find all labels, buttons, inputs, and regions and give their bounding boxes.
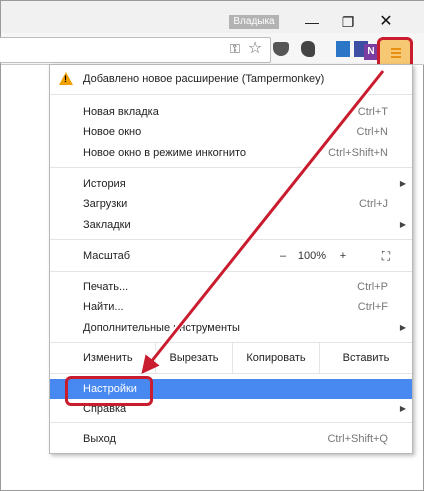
submenu-arrow-icon: ▶ <box>399 404 406 413</box>
menu-item-zoom: Масштаб – 100% + ⛶ <box>50 246 412 266</box>
submenu-arrow-icon: ▶ <box>399 220 406 229</box>
menu-item-extension-notice[interactable]: ! Добавлено новое расширение (Tampermonk… <box>50 69 412 89</box>
menu-separator <box>50 94 412 95</box>
menu-item-edit: Изменить Вырезать Копировать Вставить <box>50 343 412 373</box>
menu-item-label: Загрузки <box>83 198 128 210</box>
maximize-button[interactable]: ❐ <box>335 13 361 33</box>
menu-item-label: Добавлено новое расширение (Tampermonkey… <box>83 73 325 85</box>
submenu-arrow-icon: ▶ <box>399 179 406 188</box>
profile-name-badge[interactable]: Владыка <box>229 15 279 29</box>
menu-item-print[interactable]: Печать... Ctrl+P <box>50 277 412 297</box>
menu-item-more-tools[interactable]: Дополнительные инструменты ▶ <box>50 318 412 338</box>
menu-separator <box>50 422 412 423</box>
star-icon[interactable]: ☆ <box>245 39 265 59</box>
submenu-arrow-icon: ▶ <box>399 323 406 332</box>
menu-item-new-window[interactable]: Новое окно Ctrl+N <box>50 122 412 142</box>
menu-icon <box>391 48 401 60</box>
menu-item-label: Новое окно <box>83 126 142 138</box>
menu-item-label: Масштаб <box>83 250 131 262</box>
menu-item-bookmarks[interactable]: Закладки ▶ <box>50 215 412 235</box>
warning-icon: ! <box>59 72 73 85</box>
menu-item-shortcut: Ctrl+N <box>356 126 388 138</box>
menu-item-label: Дополнительные инструменты <box>83 322 240 334</box>
menu-separator <box>50 167 412 168</box>
menu-item-new-tab[interactable]: Новая вкладка Ctrl+T <box>50 102 412 122</box>
zoom-level: 100% <box>297 250 327 262</box>
onenote-letter: N <box>364 44 378 60</box>
browser-toolbar: ⚿ ☆ N <box>0 33 424 65</box>
menu-item-find[interactable]: Найти... Ctrl+F <box>50 297 412 317</box>
menu-item-label: История <box>83 178 126 190</box>
menu-item-shortcut: Ctrl+P <box>357 281 388 293</box>
menu-separator <box>50 271 412 272</box>
copy-button[interactable]: Копировать <box>232 343 319 373</box>
menu-separator <box>50 373 412 374</box>
title-bar: Владыка — ❐ ✕ <box>1 1 424 33</box>
menu-separator <box>50 239 412 240</box>
menu-item-shortcut: Ctrl+T <box>357 106 388 118</box>
menu-item-shortcut: Ctrl+Shift+N <box>328 147 388 159</box>
menu-item-shortcut: Ctrl+Shift+Q <box>327 433 388 445</box>
close-button[interactable]: ✕ <box>373 13 399 33</box>
fullscreen-icon[interactable]: ⛶ <box>376 246 396 266</box>
menu-item-exit[interactable]: Выход Ctrl+Shift+Q <box>50 429 412 449</box>
menu-item-history[interactable]: История ▶ <box>50 174 412 194</box>
menu-item-shortcut: Ctrl+F <box>357 301 388 313</box>
menu-item-label: Закладки <box>83 219 131 231</box>
zoom-in-button[interactable]: + <box>332 246 354 266</box>
zoom-out-button[interactable]: – <box>272 246 294 266</box>
cut-button[interactable]: Вырезать <box>155 343 232 373</box>
menu-item-label: Найти... <box>83 301 124 313</box>
minimize-button[interactable]: — <box>299 13 325 33</box>
key-icon[interactable]: ⚿ <box>225 39 245 59</box>
pocket-icon[interactable] <box>271 39 291 59</box>
menu-item-downloads[interactable]: Загрузки Ctrl+J <box>50 194 412 214</box>
browser-window: Владыка — ❐ ✕ ⚿ ☆ N ! Добавлено новое ра… <box>0 0 424 491</box>
menu-item-label: Новая вкладка <box>83 106 159 118</box>
menu-item-label: Выход <box>83 433 116 445</box>
menu-item-shortcut: Ctrl+J <box>358 198 388 210</box>
evernote-icon[interactable] <box>298 39 318 59</box>
paste-button[interactable]: Вставить <box>319 343 412 373</box>
menu-item-label: Печать... <box>83 281 129 293</box>
box-icon[interactable] <box>333 39 353 59</box>
menu-item-incognito[interactable]: Новое окно в режиме инкогнито Ctrl+Shift… <box>50 143 412 163</box>
settings-callout-box <box>65 376 153 406</box>
menu-item-label: Изменить <box>83 352 133 364</box>
menu-item-label: Новое окно в режиме инкогнито <box>83 147 247 159</box>
